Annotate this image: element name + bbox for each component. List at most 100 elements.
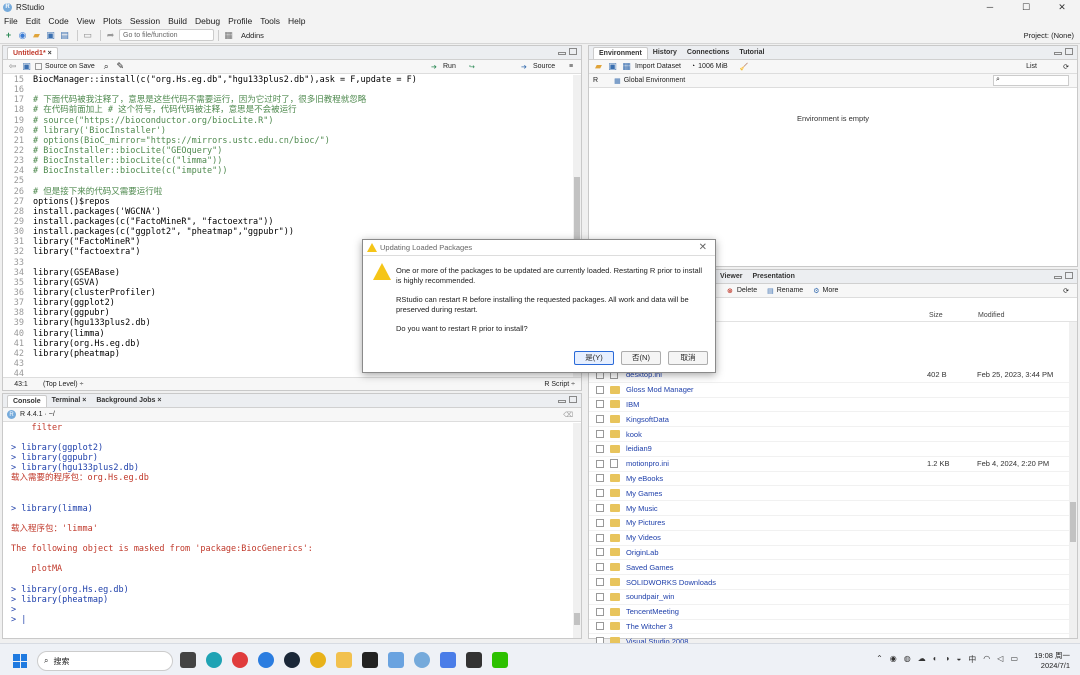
files-scrollbar[interactable] xyxy=(1069,322,1077,638)
code-line[interactable]: 19 # source("https://bioconductor.org/bio… xyxy=(3,116,575,126)
save-icon[interactable]: ▣ xyxy=(607,61,618,72)
delete-button[interactable]: Delete xyxy=(737,287,757,294)
file-checkbox[interactable] xyxy=(596,563,604,572)
file-name-link[interactable]: Saved Games xyxy=(626,563,674,572)
scope-selector[interactable]: (Top Level) ÷ xyxy=(43,381,83,388)
source-button[interactable]: Source xyxy=(533,63,555,70)
chevron-up-icon[interactable]: ⌃ xyxy=(876,654,883,665)
edge-browser-icon[interactable] xyxy=(206,652,222,668)
minimize-pane-icon[interactable] xyxy=(1054,276,1062,279)
code-line[interactable]: 17 # 下面代码被我注释了，意思是这些代码不需要运行，因为它过时了，很多旧教程就… xyxy=(3,95,575,105)
code-line[interactable]: 28 install.packages('WGCNA') xyxy=(3,207,575,217)
run-button[interactable]: Run xyxy=(443,63,456,70)
code-line[interactable]: 29 install.packages(c("FactoMineR", "fact… xyxy=(3,217,575,227)
maximize-button[interactable]: ☐ xyxy=(1008,0,1044,14)
menu-debug[interactable]: Debug xyxy=(191,16,224,26)
file-row[interactable]: kook xyxy=(589,427,1069,442)
app-icon[interactable] xyxy=(362,652,378,668)
file-row[interactable]: KingsoftData xyxy=(589,412,1069,428)
photos-icon[interactable] xyxy=(388,652,404,668)
clear-console-icon[interactable]: ⌫ xyxy=(563,411,573,419)
file-checkbox[interactable] xyxy=(596,459,604,468)
taskbar-search-box[interactable]: ⌕ 搜索 xyxy=(37,651,173,671)
minimize-pane-icon[interactable] xyxy=(1054,52,1062,55)
file-row[interactable]: motionpro.ini 1.2 KB Feb 4, 2024, 2:20 PM xyxy=(589,457,1069,472)
menu-tools[interactable]: Tools xyxy=(256,16,284,26)
rerun-icon[interactable]: ↪ xyxy=(469,63,475,71)
back-arrow-icon[interactable]: ⇦ xyxy=(7,61,18,72)
file-checkbox[interactable] xyxy=(596,592,604,601)
file-row[interactable]: TencentMeeting xyxy=(589,605,1069,620)
code-line[interactable]: 21 # options(BioC_mirror="https://mirrors… xyxy=(3,136,575,146)
file-name-link[interactable]: leidian9 xyxy=(626,444,652,453)
tab-viewer[interactable]: Viewer xyxy=(715,271,747,283)
code-line[interactable]: 25 xyxy=(3,176,575,186)
menu-help[interactable]: Help xyxy=(284,16,309,26)
cancel-button[interactable]: 取消 xyxy=(668,351,708,365)
file-name-link[interactable]: My Pictures xyxy=(626,518,665,527)
close-window-button[interactable]: ✕ xyxy=(1044,0,1080,14)
code-line[interactable]: 23 # BiocInstaller::biocLite(c("limma")) xyxy=(3,156,575,166)
menu-file[interactable]: File xyxy=(0,16,22,26)
language-select[interactable]: R xyxy=(593,77,598,84)
refresh-icon[interactable]: ⟳ xyxy=(1063,287,1069,295)
more-button[interactable]: More xyxy=(822,287,838,294)
menu-session[interactable]: Session xyxy=(126,16,164,26)
go-to-file-input[interactable]: Go to file/function xyxy=(119,29,214,41)
file-checkbox[interactable] xyxy=(596,489,604,498)
edge-legacy-icon[interactable] xyxy=(258,652,274,668)
file-row[interactable]: IBM xyxy=(589,398,1069,413)
refresh-icon[interactable]: ⟳ xyxy=(1063,63,1069,71)
open-folder-icon[interactable]: ▰ xyxy=(31,30,42,41)
file-row[interactable]: My Pictures xyxy=(589,516,1069,531)
file-type-selector[interactable]: R Script ÷ xyxy=(544,381,575,388)
steam-icon[interactable] xyxy=(284,652,300,668)
rstudio-taskbar-icon[interactable] xyxy=(414,652,430,668)
file-row[interactable]: My eBooks xyxy=(589,472,1069,487)
file-checkbox[interactable] xyxy=(596,548,604,557)
grid-layout-icon[interactable]: ▦ xyxy=(223,30,234,41)
file-name-link[interactable]: SOLIDWORKS Downloads xyxy=(626,578,716,587)
print-icon[interactable]: ▭ xyxy=(82,30,93,41)
file-checkbox[interactable] xyxy=(596,622,604,631)
tab-terminal[interactable]: Terminal × xyxy=(47,395,92,407)
menu-profile[interactable]: Profile xyxy=(224,16,256,26)
file-row[interactable]: OriginLab xyxy=(589,546,1069,561)
maximize-pane-icon[interactable] xyxy=(569,396,577,403)
broom-icon[interactable]: 🧹 xyxy=(740,63,749,71)
file-name-link[interactable]: motionpro.ini xyxy=(626,459,669,468)
menu-plots[interactable]: Plots xyxy=(99,16,126,26)
save-all-icon[interactable]: ▤ xyxy=(59,30,70,41)
tab-presentation[interactable]: Presentation xyxy=(747,271,799,283)
environment-select[interactable]: Global Environment xyxy=(624,77,685,84)
file-checkbox[interactable] xyxy=(596,474,604,483)
tab-connections[interactable]: Connections xyxy=(682,47,734,59)
yes-button[interactable]: 是(Y) xyxy=(574,351,614,365)
menu-view[interactable]: View xyxy=(73,16,99,26)
console-output[interactable]: filter > library(ggplot2) > library(ggpubr… xyxy=(3,423,575,638)
memory-usage-button[interactable]: 1006 MiB xyxy=(698,63,728,70)
code-line[interactable]: 18 # 在代码前面加上 # 这个符号，代码代码被注释，意思是不会被运行 xyxy=(3,105,575,115)
file-checkbox[interactable] xyxy=(596,385,604,394)
app-icon[interactable] xyxy=(440,652,456,668)
rename-button[interactable]: Rename xyxy=(777,287,803,294)
tab-tutorial[interactable]: Tutorial xyxy=(734,47,769,59)
menu-code[interactable]: Code xyxy=(44,16,72,26)
file-checkbox[interactable] xyxy=(596,518,604,527)
maximize-pane-icon[interactable] xyxy=(1065,272,1073,279)
file-name-link[interactable]: soundpair_win xyxy=(626,592,674,601)
file-name-link[interactable]: KingsoftData xyxy=(626,415,669,424)
tray-app-icon[interactable]: ◍ xyxy=(904,654,911,665)
console-scrollbar[interactable] xyxy=(573,423,581,638)
file-row[interactable]: Saved Games xyxy=(589,560,1069,576)
import-dataset-button[interactable]: Import Dataset xyxy=(635,63,681,70)
file-name-link[interactable]: Gloss Mod Manager xyxy=(626,385,694,394)
file-name-link[interactable]: My eBooks xyxy=(626,474,663,483)
save-icon[interactable]: ▣ xyxy=(45,30,56,41)
file-row[interactable]: The Witcher 3 xyxy=(589,620,1069,635)
file-checkbox[interactable] xyxy=(596,444,604,453)
clock[interactable]: 19:08 周一 2024/7/1 xyxy=(1034,651,1070,671)
task-view-icon[interactable] xyxy=(180,652,196,668)
tab-background-jobs[interactable]: Background Jobs × xyxy=(91,395,166,407)
file-name-link[interactable]: TencentMeeting xyxy=(626,607,679,616)
